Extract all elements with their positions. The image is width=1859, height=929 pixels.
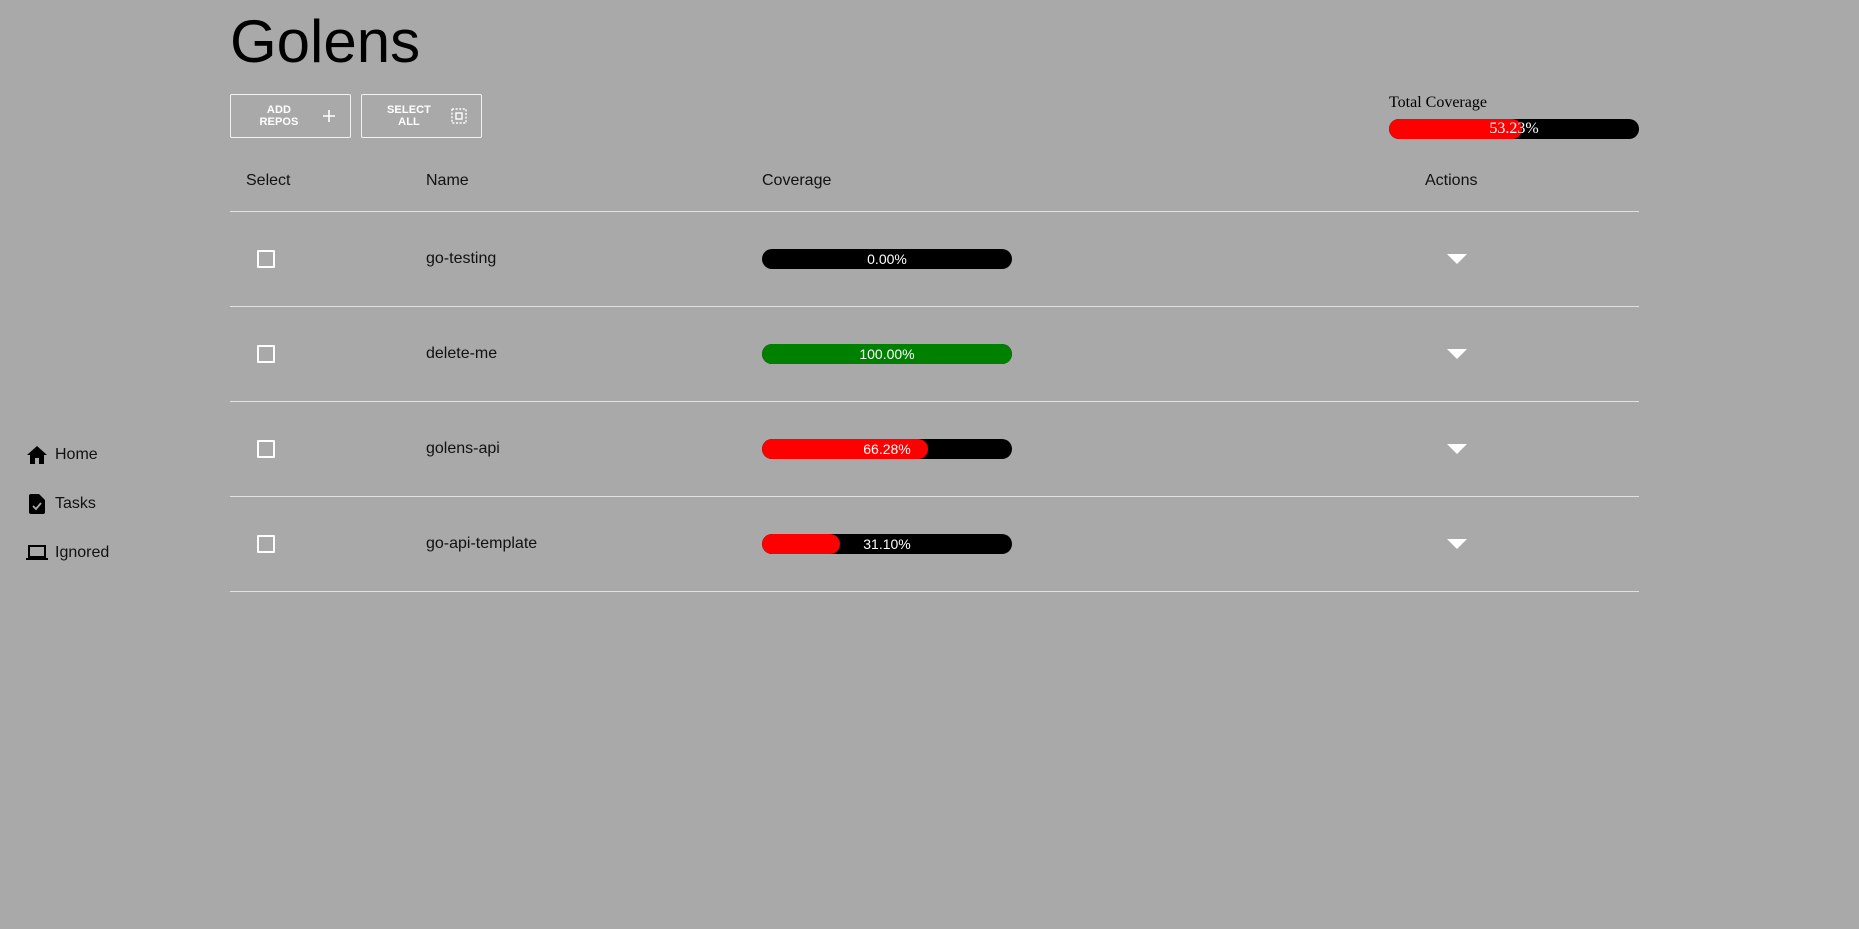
select-cell	[257, 212, 275, 306]
coverage-cell: 66.28%	[762, 402, 1012, 496]
row-checkbox[interactable]	[257, 250, 275, 268]
add-repos-label: ADD REPOS	[259, 104, 299, 128]
total-coverage-text: 53.23%	[1489, 120, 1539, 137]
table-header: Select Name Coverage Actions	[230, 162, 1639, 212]
coverage-bar: 66.28%	[762, 439, 1012, 459]
column-header-select: Select	[246, 172, 291, 189]
coverage-bar: 100.00%	[762, 344, 1012, 364]
repo-name: go-api-template	[426, 535, 538, 552]
table-body: go-testing 0.00% delete-me 100.00% golen…	[230, 212, 1639, 592]
sidebar-item-tasks[interactable]: Tasks	[26, 479, 186, 528]
select-all-button[interactable]: SELECT ALL	[361, 94, 482, 138]
add-repos-button[interactable]: ADD REPOS	[230, 94, 351, 138]
select-cell	[257, 307, 275, 401]
actions-cell	[1447, 497, 1467, 591]
select-cell	[257, 497, 275, 591]
coverage-text: 100.00%	[859, 346, 915, 362]
sidebar-item-home[interactable]: Home	[26, 430, 186, 479]
total-coverage: Total Coverage 53.23%	[1389, 94, 1639, 139]
table-row: golens-api 66.28%	[230, 402, 1639, 497]
coverage-cell: 31.10%	[762, 497, 1012, 591]
row-checkbox[interactable]	[257, 535, 275, 553]
sidebar: Home Tasks Ignored	[26, 430, 186, 577]
home-icon	[26, 444, 48, 466]
table-row: go-testing 0.00%	[230, 212, 1639, 307]
plus-icon	[322, 109, 336, 123]
table-row: delete-me 100.00%	[230, 307, 1639, 402]
coverage-text: 31.10%	[863, 536, 911, 552]
sidebar-item-ignored[interactable]: Ignored	[26, 528, 186, 577]
actions-dropdown-icon[interactable]	[1447, 539, 1467, 549]
coverage-text: 0.00%	[867, 251, 907, 267]
actions-cell	[1447, 212, 1467, 306]
column-header-name: Name	[426, 172, 469, 189]
toolbar: ADD REPOS SELECT ALL	[230, 94, 482, 138]
coverage-cell: 0.00%	[762, 212, 1012, 306]
page-title: Golens	[230, 8, 421, 75]
main-content: Golens ADD REPOS SELECT ALL Total Covera…	[230, 0, 1639, 929]
task-icon	[26, 493, 48, 515]
repo-name: golens-api	[426, 440, 500, 457]
sidebar-item-label: Tasks	[55, 494, 96, 512]
actions-dropdown-icon[interactable]	[1447, 444, 1467, 454]
column-header-coverage: Coverage	[762, 172, 832, 189]
table-row: go-api-template 31.10%	[230, 497, 1639, 592]
select-all-icon	[451, 108, 467, 124]
repo-name: go-testing	[426, 250, 497, 267]
actions-dropdown-icon[interactable]	[1447, 349, 1467, 359]
select-all-label: SELECT ALL	[387, 104, 431, 128]
total-coverage-label: Total Coverage	[1389, 94, 1487, 111]
row-checkbox[interactable]	[257, 440, 275, 458]
laptop-icon	[26, 542, 48, 564]
coverage-cell: 100.00%	[762, 307, 1012, 401]
column-header-actions: Actions	[1425, 172, 1478, 189]
total-coverage-bar: 53.23%	[1389, 119, 1639, 139]
actions-cell	[1447, 402, 1467, 496]
actions-cell	[1447, 307, 1467, 401]
sidebar-item-label: Ignored	[55, 543, 110, 561]
row-checkbox[interactable]	[257, 345, 275, 363]
coverage-bar: 31.10%	[762, 534, 1012, 554]
sidebar-item-label: Home	[55, 445, 98, 463]
select-cell	[257, 402, 275, 496]
repos-table: Select Name Coverage Actions go-testing …	[230, 162, 1639, 592]
repo-name: delete-me	[426, 345, 498, 362]
actions-dropdown-icon[interactable]	[1447, 254, 1467, 264]
coverage-bar: 0.00%	[762, 249, 1012, 269]
coverage-text: 66.28%	[863, 441, 911, 457]
